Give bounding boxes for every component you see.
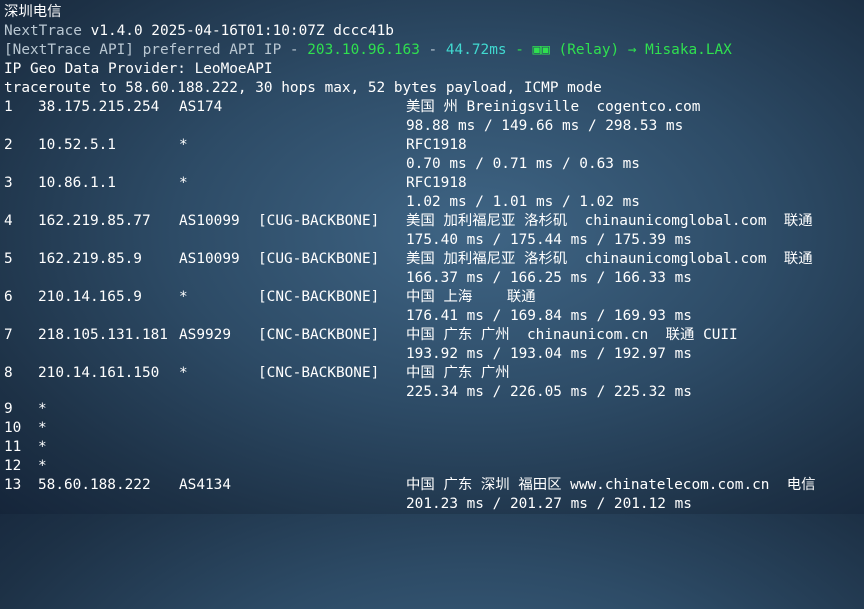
- api-prefix: [NextTrace API] preferred API IP -: [4, 42, 308, 58]
- hop-asn: AS174: [179, 99, 223, 115]
- version-rest: v1.4.0 2025-04-16T01:10:07Z dccc41b: [90, 23, 394, 39]
- hop-row-empty: 11 *: [0, 438, 52, 457]
- hop-asn: *: [179, 175, 188, 191]
- hop-number: 4: [4, 213, 13, 229]
- version-text: NextTrace v1.4.0 2025-04-16T01:10:07Z dc…: [4, 22, 394, 41]
- hop-ip: 38.175.215.254: [38, 99, 160, 115]
- hop-row: 5 162.219.85.9 AS10099 [CUG-BACKBONE] 美国…: [0, 250, 813, 269]
- hop-rtt: 175.40 ms / 175.44 ms / 175.39 ms: [406, 232, 692, 248]
- hop-geo: 中国 上海 联通: [406, 289, 536, 305]
- hop-rtt-row: 193.92 ms / 193.04 ms / 192.97 ms: [0, 345, 692, 364]
- hop-ip: 218.105.131.181: [38, 327, 168, 343]
- hop-row: 6 210.14.165.9 * [CNC-BACKBONE] 中国 上海 联通: [0, 288, 536, 307]
- hop-row: 8 210.14.161.150 * [CNC-BACKBONE] 中国 广东 …: [0, 364, 510, 383]
- terminal-window[interactable]: 深圳电信 NextTrace v1.4.0 2025-04-16T01:10:0…: [0, 0, 864, 514]
- hop-rtt: 193.92 ms / 193.04 ms / 192.97 ms: [406, 346, 692, 362]
- hop-number: 5: [4, 251, 13, 267]
- hop-ip: 162.219.85.9: [38, 251, 142, 267]
- hop-rtt-row: 201.23 ms / 201.27 ms / 201.12 ms: [0, 495, 692, 514]
- hop-row-empty: 9 *: [0, 400, 52, 419]
- hop-number: 1: [4, 99, 13, 115]
- hop-tag: [CNC-BACKBONE]: [258, 365, 380, 381]
- hop-rtt: 166.37 ms / 166.25 ms / 166.33 ms: [406, 270, 692, 286]
- hop-timeout-mark: *: [38, 420, 47, 436]
- hop-asn: *: [179, 137, 188, 153]
- api-ip: 203.10.96.163: [307, 42, 420, 58]
- hop-row: 7 218.105.131.181 AS9929 [CNC-BACKBONE] …: [0, 326, 738, 345]
- traceroute-info-line: traceroute to 58.60.188.222, 30 hops max…: [0, 79, 602, 98]
- hop-ip: 58.60.188.222: [38, 477, 151, 493]
- hop-asn: AS4134: [179, 477, 231, 493]
- hop-number: 8: [4, 365, 13, 381]
- hop-asn: *: [179, 289, 188, 305]
- hop-row: 4 162.219.85.77 AS10099 [CUG-BACKBONE] 美…: [0, 212, 813, 231]
- api-text: [NextTrace API] preferred API IP - 203.1…: [4, 41, 732, 60]
- terminal-title-line: 深圳电信: [0, 3, 62, 22]
- hop-number: 2: [4, 137, 13, 153]
- hop-rtt-row: 175.40 ms / 175.44 ms / 175.39 ms: [0, 231, 692, 250]
- api-sep: -: [419, 42, 446, 58]
- hop-geo: 中国 广东 深圳 福田区 www.chinatelecom.com.cn 电信: [406, 477, 816, 493]
- hop-asn: AS10099: [179, 251, 240, 267]
- hop-row: 2 10.52.5.1 * RFC1918: [0, 136, 467, 155]
- geo-provider-line: IP Geo Data Provider: LeoMoeAPI: [0, 60, 273, 79]
- hop-geo: 中国 广东 广州 chinaunicom.cn 联通 CUII: [406, 327, 738, 343]
- hop-rtt-row: 166.37 ms / 166.25 ms / 166.33 ms: [0, 269, 692, 288]
- hop-tag: [CNC-BACKBONE]: [258, 289, 380, 305]
- hop-timeout-mark: *: [38, 401, 47, 417]
- hop-row: 1 38.175.215.254 AS174 美国 州 Breinigsvill…: [0, 98, 700, 117]
- hop-tag: [CUG-BACKBONE]: [258, 213, 380, 229]
- version-line: NextTrace v1.4.0 2025-04-16T01:10:07Z dc…: [0, 22, 394, 41]
- hop-tag: [CUG-BACKBONE]: [258, 251, 380, 267]
- hop-rtt-row: 1.02 ms / 1.01 ms / 1.02 ms: [0, 193, 640, 212]
- hop-rtt: 98.88 ms / 149.66 ms / 298.53 ms: [406, 118, 684, 134]
- terminal-title: 深圳电信: [4, 4, 62, 20]
- hop-rtt: 0.70 ms / 0.71 ms / 0.63 ms: [406, 156, 640, 172]
- hop-rtt: 176.41 ms / 169.84 ms / 169.93 ms: [406, 308, 692, 324]
- hop-number: 12: [4, 458, 22, 474]
- hop-rtt-row: 176.41 ms / 169.84 ms / 169.93 ms: [0, 307, 692, 326]
- hop-timeout-mark: *: [38, 439, 47, 455]
- hop-rtt: 1.02 ms / 1.01 ms / 1.02 ms: [406, 194, 640, 210]
- hop-rtt: 225.34 ms / 226.05 ms / 225.32 ms: [406, 384, 692, 400]
- hop-row: 3 10.86.1.1 * RFC1918: [0, 174, 467, 193]
- hop-row-empty: 10 *: [0, 419, 52, 438]
- hop-rtt-row: 0.70 ms / 0.71 ms / 0.63 ms: [0, 155, 640, 174]
- hop-number: 13: [4, 477, 22, 493]
- hop-tag: [CNC-BACKBONE]: [258, 327, 380, 343]
- version-app: NextTrace: [4, 23, 82, 39]
- hop-number: 9: [4, 401, 13, 417]
- hop-geo: RFC1918: [406, 137, 467, 153]
- hop-ip: 162.219.85.77: [38, 213, 151, 229]
- geo-provider: IP Geo Data Provider: LeoMoeAPI: [4, 61, 273, 77]
- hop-timeout-mark: *: [38, 458, 47, 474]
- hop-asn: *: [179, 365, 188, 381]
- hop-geo: 美国 加利福尼亚 洛杉矶 chinaunicomglobal.com 联通: [406, 213, 813, 229]
- hop-ip: 10.86.1.1: [38, 175, 116, 191]
- hop-geo: 中国 广东 广州: [406, 365, 510, 381]
- api-line: [NextTrace API] preferred API IP - 203.1…: [0, 41, 732, 60]
- hop-asn: AS10099: [179, 213, 240, 229]
- hop-ip: 210.14.165.9: [38, 289, 142, 305]
- api-node: - ▣▣ (Relay) → Misaka.LAX: [506, 42, 732, 58]
- hop-geo: 美国 加利福尼亚 洛杉矶 chinaunicomglobal.com 联通: [406, 251, 813, 267]
- hop-ip: 10.52.5.1: [38, 137, 116, 153]
- hop-number: 11: [4, 439, 22, 455]
- hop-row: 13 58.60.188.222 AS4134 中国 广东 深圳 福田区 www…: [0, 476, 816, 495]
- hop-geo: RFC1918: [406, 175, 467, 191]
- hop-rtt-row: 98.88 ms / 149.66 ms / 298.53 ms: [0, 117, 683, 136]
- hop-row-empty: 12 *: [0, 457, 52, 476]
- hop-number: 7: [4, 327, 13, 343]
- hop-geo: 美国 州 Breinigsville cogentco.com: [406, 99, 701, 115]
- hop-number: 10: [4, 420, 22, 436]
- hop-number: 6: [4, 289, 13, 305]
- hop-rtt: 201.23 ms / 201.27 ms / 201.12 ms: [406, 496, 692, 512]
- hop-ip: 210.14.161.150: [38, 365, 160, 381]
- hop-asn: AS9929: [179, 327, 231, 343]
- hop-number: 3: [4, 175, 13, 191]
- api-latency: 44.72ms: [445, 42, 507, 58]
- traceroute-info: traceroute to 58.60.188.222, 30 hops max…: [4, 80, 602, 96]
